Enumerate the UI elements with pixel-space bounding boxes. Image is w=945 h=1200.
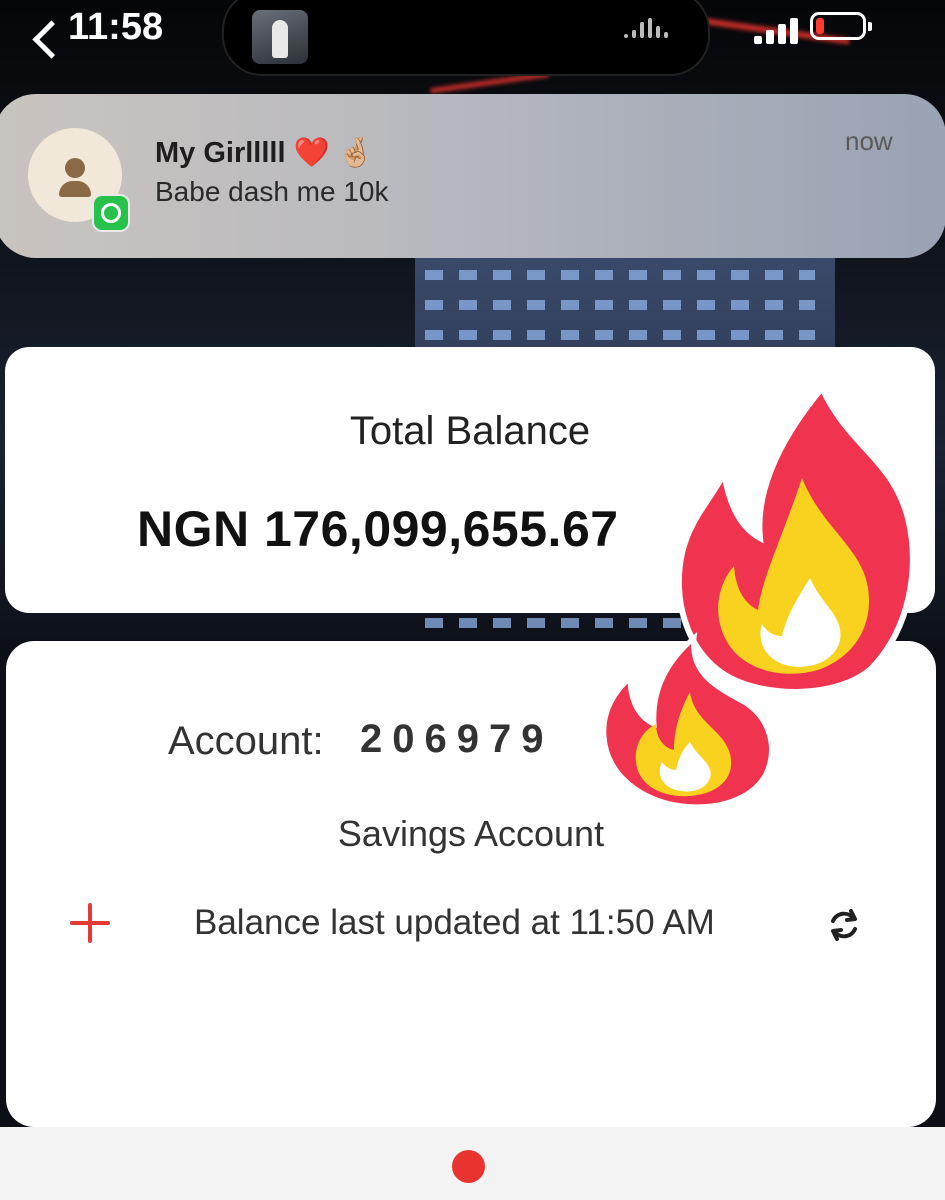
media-thumbnail (252, 10, 308, 64)
status-bar: 11:58 (0, 0, 945, 80)
balance-updated-text: Balance last updated at 11:50 AM (194, 903, 715, 942)
fire-icon (601, 632, 774, 810)
bottom-bar (0, 1127, 945, 1200)
notification-time: now (845, 126, 893, 156)
page-indicator-dot[interactable] (452, 1150, 485, 1183)
account-number: 206979 (360, 717, 554, 761)
back-chevron-icon[interactable] (32, 20, 71, 59)
battery-icon (810, 12, 866, 40)
account-label: Account: (168, 719, 324, 763)
plus-icon[interactable] (68, 901, 112, 945)
account-card: Account: 206979 Savings Account Balance … (6, 641, 936, 1127)
total-balance-value: NGN 176,099,655.67 (137, 501, 619, 557)
notification-message: Babe dash me 10k (155, 176, 389, 207)
notification-sender: My Girlllll ❤️ 🤞🏼 (155, 137, 374, 169)
refresh-icon[interactable] (824, 905, 864, 945)
cellular-signal-icon (754, 16, 800, 44)
dynamic-island[interactable] (222, 0, 710, 76)
status-time: 11:58 (68, 6, 164, 48)
notification-banner[interactable]: My Girlllll ❤️ 🤞🏼 Babe dash me 10k now (0, 94, 945, 258)
whatsapp-icon (92, 194, 130, 232)
account-type: Savings Account (337, 813, 605, 854)
audio-wave-icon (624, 18, 678, 42)
